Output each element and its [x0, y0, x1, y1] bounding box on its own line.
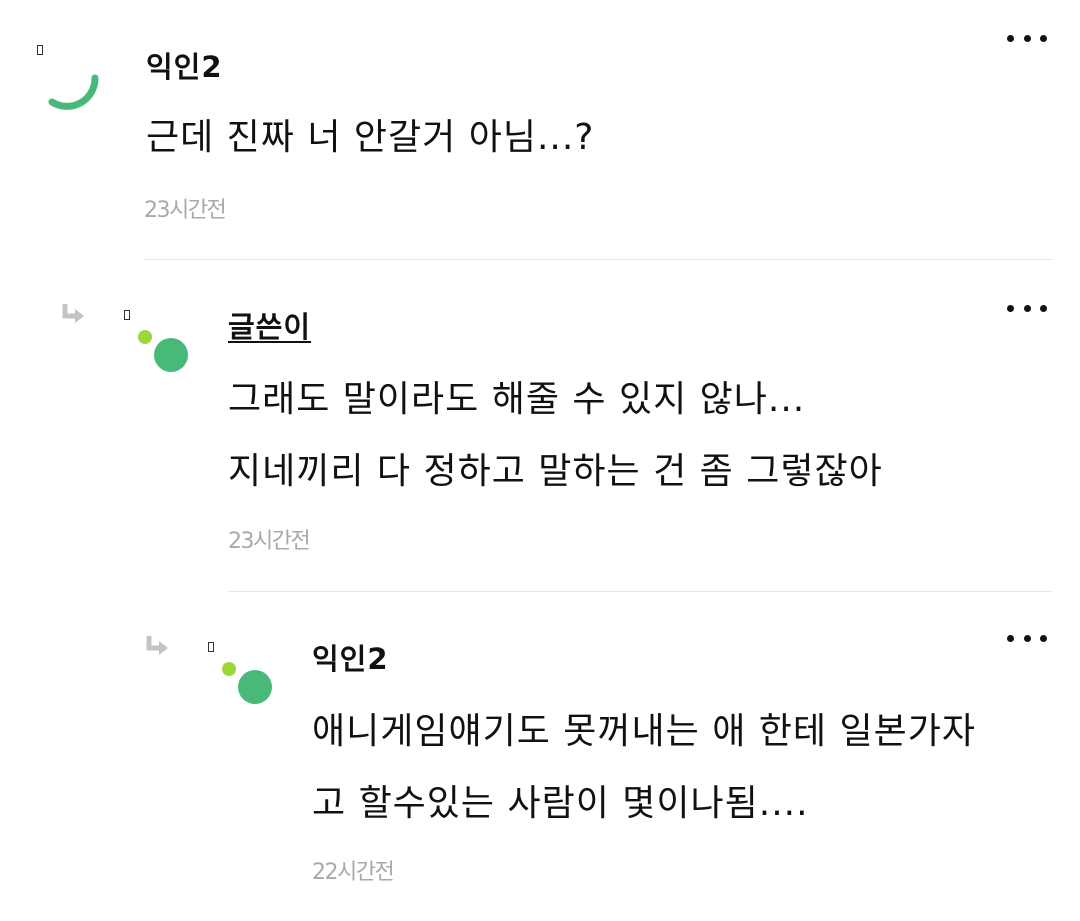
more-options-icon[interactable] — [1007, 26, 1047, 50]
reply-arrow-icon — [146, 636, 168, 655]
green-arc-avatar-icon[interactable] — [40, 50, 110, 120]
comment-text-line: 지네끼리 다 정하고 말하는 건 좀 그렇잖아 — [228, 451, 883, 492]
comment-timestamp: 22시간전 — [312, 860, 395, 885]
comment-item: 익인2 근데 진짜 너 안갈거 아님...? 23시간전 — [0, 0, 1080, 260]
green-dots-avatar-icon[interactable] — [218, 660, 278, 710]
reply-comment-item: 익인2 애니게임얘기도 못꺼내는 애 한테 일본가자 고 할수있는 사람이 몇이… — [0, 592, 1080, 921]
comment-author[interactable]: 익인2 — [146, 44, 223, 86]
badge-icon — [124, 310, 130, 320]
reply-comment-item: 글쓴이 그래도 말이라도 해줄 수 있지 않나... 지네끼리 다 정하고 말하… — [0, 260, 1080, 590]
green-dots-avatar-icon[interactable] — [134, 328, 194, 378]
comment-author[interactable]: 글쓴이 — [228, 304, 311, 346]
comment-text: 근데 진짜 너 안갈거 아님...? — [146, 117, 595, 158]
badge-icon — [208, 642, 214, 652]
comment-text-line: 고 할수있는 사람이 몇이나됨.... — [312, 783, 809, 824]
more-options-icon[interactable] — [1007, 626, 1047, 650]
more-options-icon[interactable] — [1007, 296, 1047, 320]
comment-timestamp: 23시간전 — [144, 198, 227, 223]
comment-text-line: 애니게임얘기도 못꺼내는 애 한테 일본가자 — [312, 711, 976, 752]
comment-author[interactable]: 익인2 — [312, 636, 389, 678]
comment-timestamp: 23시간전 — [228, 529, 311, 554]
comment-text-line: 그래도 말이라도 해줄 수 있지 않나... — [228, 379, 806, 420]
reply-arrow-icon — [62, 304, 84, 323]
